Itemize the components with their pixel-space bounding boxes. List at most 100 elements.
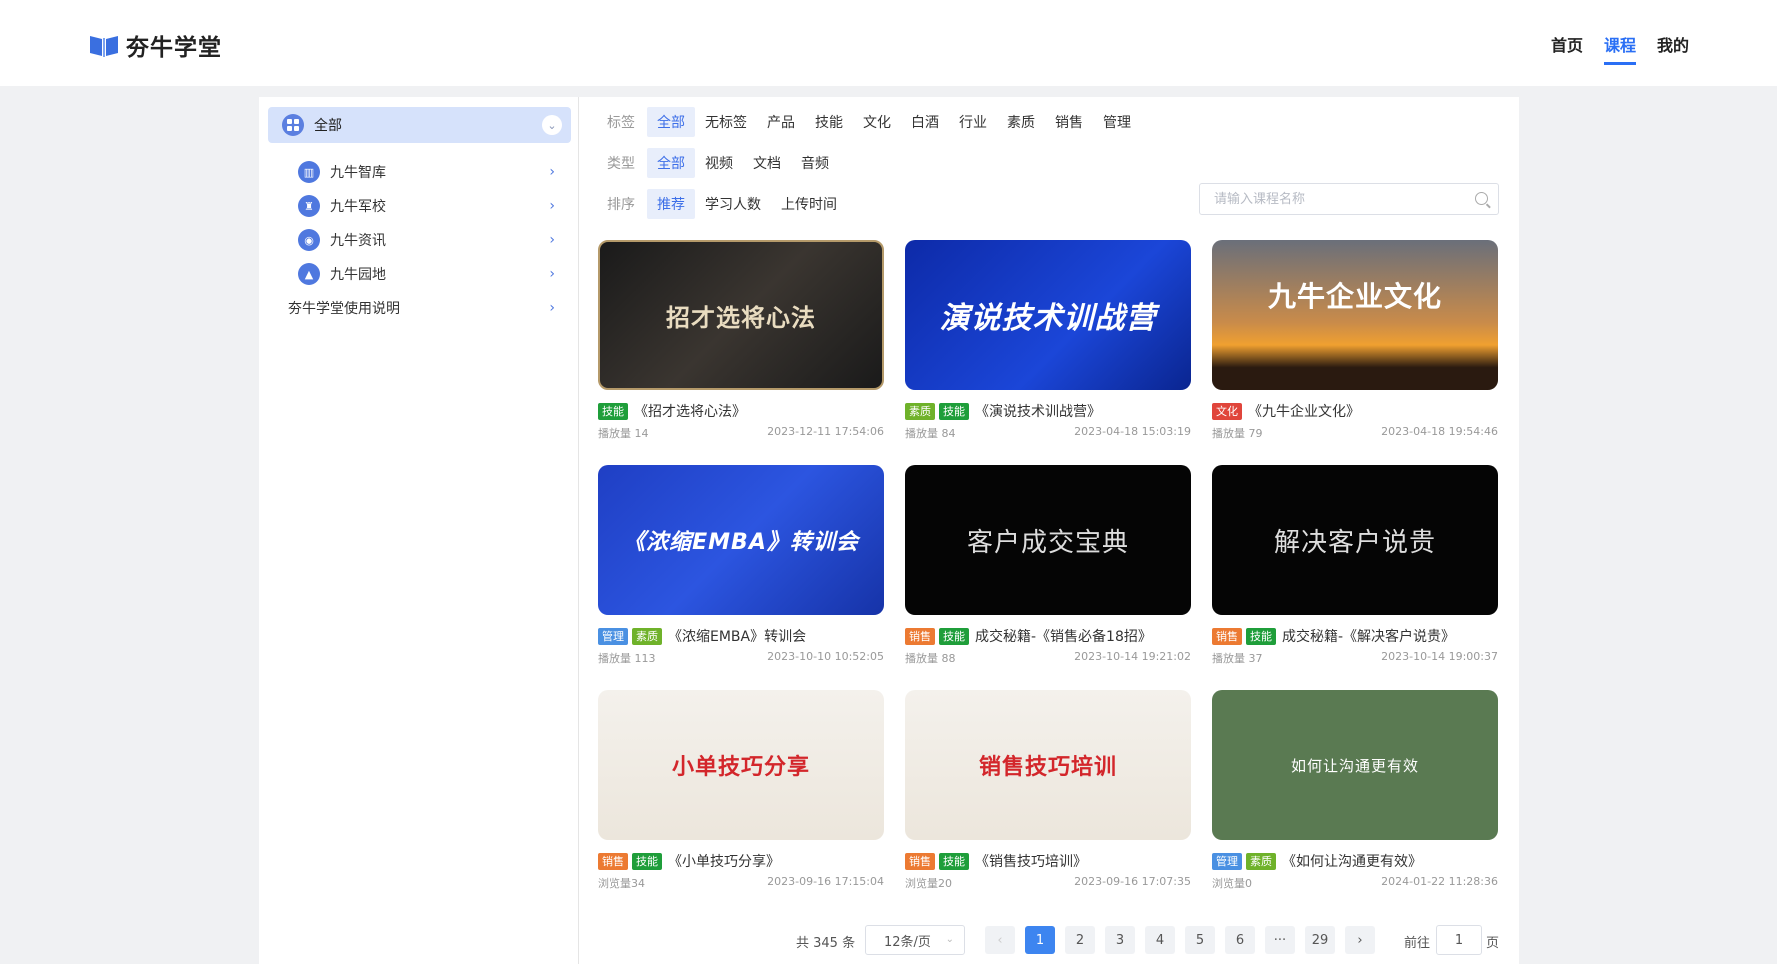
course-card[interactable]: 解决客户说贵 销售 技能 成交秘籍-《解决客户说贵》 播放量 37 2023-1…	[1212, 465, 1498, 666]
course-title[interactable]: 《九牛企业文化》	[1248, 401, 1360, 421]
course-thumbnail[interactable]: 九牛企业文化	[1212, 240, 1498, 390]
page-button[interactable]: 6	[1225, 926, 1255, 954]
tag-option[interactable]: 全部	[647, 107, 695, 137]
view-count: 播放量 113	[598, 652, 656, 665]
upload-date: 2023-04-18 15:03:19	[1074, 425, 1191, 438]
view-count: 浏览量0	[1212, 877, 1252, 890]
sidebar-item-label: 九牛军校	[330, 199, 386, 215]
chevron-down-icon[interactable]: ⌄	[542, 115, 562, 135]
thumbnail-title: 小单技巧分享	[671, 755, 810, 780]
course-title[interactable]: 《小单技巧分享》	[668, 851, 780, 871]
page-button[interactable]: 29	[1305, 926, 1335, 954]
course-card[interactable]: 销售技巧培训 销售 技能 《销售技巧培训》 浏览量20 2023-09-16 1…	[905, 690, 1191, 891]
tag-option[interactable]: 文化	[853, 107, 901, 137]
type-option[interactable]: 全部	[647, 148, 695, 178]
course-title[interactable]: 《演说技术训战营》	[975, 401, 1101, 421]
course-meta: 播放量 37 2023-10-14 19:00:37	[1212, 650, 1498, 666]
logo[interactable]: 夯牛学堂	[88, 28, 222, 62]
nav-mine[interactable]: 我的	[1657, 32, 1689, 65]
page-button[interactable]: 5	[1185, 926, 1215, 954]
upload-date: 2023-09-16 17:15:04	[767, 875, 884, 888]
shield-icon: ♜	[298, 195, 320, 217]
page-size-select[interactable]: 12条/页 ⌄	[865, 925, 965, 955]
graduation-icon: ▲	[298, 263, 320, 285]
upload-date: 2023-10-14 19:00:37	[1381, 650, 1498, 663]
course-thumbnail[interactable]: 如何让沟通更有效	[1212, 690, 1498, 840]
sidebar-item-guide[interactable]: 夯牛学堂使用说明 ›	[259, 291, 579, 325]
course-title[interactable]: 《浓缩EMBA》转训会	[668, 626, 806, 646]
course-title-row: 素质 技能 《演说技术训战营》	[905, 402, 1191, 420]
course-card[interactable]: 演说技术训战营 素质 技能 《演说技术训战营》 播放量 84 2023-04-1…	[905, 240, 1191, 441]
sort-option[interactable]: 上传时间	[771, 189, 847, 219]
course-title[interactable]: 成交秘籍-《销售必备18招》	[975, 626, 1152, 646]
tag-option[interactable]: 白酒	[901, 107, 949, 137]
tag-option[interactable]: 管理	[1093, 107, 1141, 137]
more-pages-button[interactable]: ···	[1265, 926, 1295, 954]
type-option[interactable]: 文档	[743, 148, 791, 178]
search-icon[interactable]	[1475, 192, 1488, 205]
search-input[interactable]	[1214, 184, 1464, 214]
view-count: 播放量 79	[1212, 427, 1263, 440]
nav-home[interactable]: 首页	[1551, 32, 1583, 65]
course-title-row: 销售 技能 《销售技巧培训》	[905, 852, 1191, 870]
goto-page-input[interactable]: 1	[1436, 925, 1482, 955]
course-meta: 播放量 14 2023-12-11 17:54:06	[598, 425, 884, 441]
course-card[interactable]: 如何让沟通更有效 管理 素质 《如何让沟通更有效》 浏览量0 2024-01-2…	[1212, 690, 1498, 891]
course-title[interactable]: 《招才选将心法》	[634, 401, 746, 421]
category-sidebar: 全部 ⌄ ▥ 九牛智库 › ♜ 九牛军校 › ◉ 九牛资讯 › ▲ 九牛园地 ›…	[259, 97, 579, 964]
total-count: 共 345 条	[796, 936, 856, 951]
tag-filter-label: 标签	[607, 115, 635, 131]
course-title[interactable]: 成交秘籍-《解决客户说贵》	[1282, 626, 1455, 646]
tag-option[interactable]: 行业	[949, 107, 997, 137]
course-thumbnail[interactable]: 《浓缩EMBA》转训会	[598, 465, 884, 615]
tag-option[interactable]: 产品	[757, 107, 805, 137]
course-thumbnail[interactable]: 招才选将心法	[598, 240, 884, 390]
sort-option[interactable]: 推荐	[647, 189, 695, 219]
view-count: 浏览量20	[905, 877, 952, 890]
course-card[interactable]: 《浓缩EMBA》转训会 管理 素质 《浓缩EMBA》转训会 播放量 113 20…	[598, 465, 884, 666]
type-option[interactable]: 视频	[695, 148, 743, 178]
tag-option[interactable]: 无标签	[695, 107, 757, 137]
course-thumbnail[interactable]: 解决客户说贵	[1212, 465, 1498, 615]
prev-page-button[interactable]: ‹	[985, 926, 1015, 954]
course-card[interactable]: 招才选将心法 技能 《招才选将心法》 播放量 14 2023-12-11 17:…	[598, 240, 884, 441]
sidebar-item-yuandi[interactable]: ▲ 九牛园地 ›	[259, 257, 579, 291]
type-option[interactable]: 音频	[791, 148, 839, 178]
upload-date: 2023-10-10 10:52:05	[767, 650, 884, 663]
tag-badge: 文化	[1212, 402, 1242, 420]
page-button[interactable]: 4	[1145, 926, 1175, 954]
sort-filter-label: 排序	[607, 197, 635, 213]
page-button[interactable]: 2	[1065, 926, 1095, 954]
tag-badge: 技能	[939, 627, 969, 645]
page-button[interactable]: 1	[1025, 926, 1055, 954]
tag-badge: 素质	[905, 402, 935, 420]
view-count: 播放量 14	[598, 427, 649, 440]
page-button[interactable]: 3	[1105, 926, 1135, 954]
grid-icon	[282, 114, 304, 136]
sidebar-item-label: 九牛资讯	[330, 233, 386, 249]
next-page-button[interactable]: ›	[1345, 926, 1375, 954]
tag-option[interactable]: 素质	[997, 107, 1045, 137]
chevron-right-icon: ›	[549, 164, 555, 180]
sidebar-item-junxiao[interactable]: ♜ 九牛军校 ›	[259, 189, 579, 223]
course-card[interactable]: 九牛企业文化 文化 《九牛企业文化》 播放量 79 2023-04-18 19:…	[1212, 240, 1498, 441]
thumbnail-title: 客户成交宝典	[966, 527, 1129, 558]
course-meta: 浏览量0 2024-01-22 11:28:36	[1212, 875, 1498, 891]
sidebar-item-zhiku[interactable]: ▥ 九牛智库 ›	[259, 155, 579, 189]
course-title[interactable]: 《销售技巧培训》	[975, 851, 1087, 871]
sort-option[interactable]: 学习人数	[695, 189, 771, 219]
tag-option[interactable]: 技能	[805, 107, 853, 137]
course-thumbnail[interactable]: 演说技术训战营	[905, 240, 1191, 390]
sidebar-item-all[interactable]: 全部 ⌄	[268, 107, 571, 143]
course-title[interactable]: 《如何让沟通更有效》	[1282, 851, 1422, 871]
course-thumbnail[interactable]: 小单技巧分享	[598, 690, 884, 840]
thumbnail-title: 如何让沟通更有效	[1290, 756, 1419, 775]
course-card[interactable]: 小单技巧分享 销售 技能 《小单技巧分享》 浏览量34 2023-09-16 1…	[598, 690, 884, 891]
course-card[interactable]: 客户成交宝典 销售 技能 成交秘籍-《销售必备18招》 播放量 88 2023-…	[905, 465, 1191, 666]
nav-courses[interactable]: 课程	[1603, 32, 1636, 65]
sidebar-item-zixun[interactable]: ◉ 九牛资讯 ›	[259, 223, 579, 257]
tag-badge: 技能	[598, 402, 628, 420]
tag-option[interactable]: 销售	[1045, 107, 1093, 137]
course-thumbnail[interactable]: 销售技巧培训	[905, 690, 1191, 840]
course-thumbnail[interactable]: 客户成交宝典	[905, 465, 1191, 615]
